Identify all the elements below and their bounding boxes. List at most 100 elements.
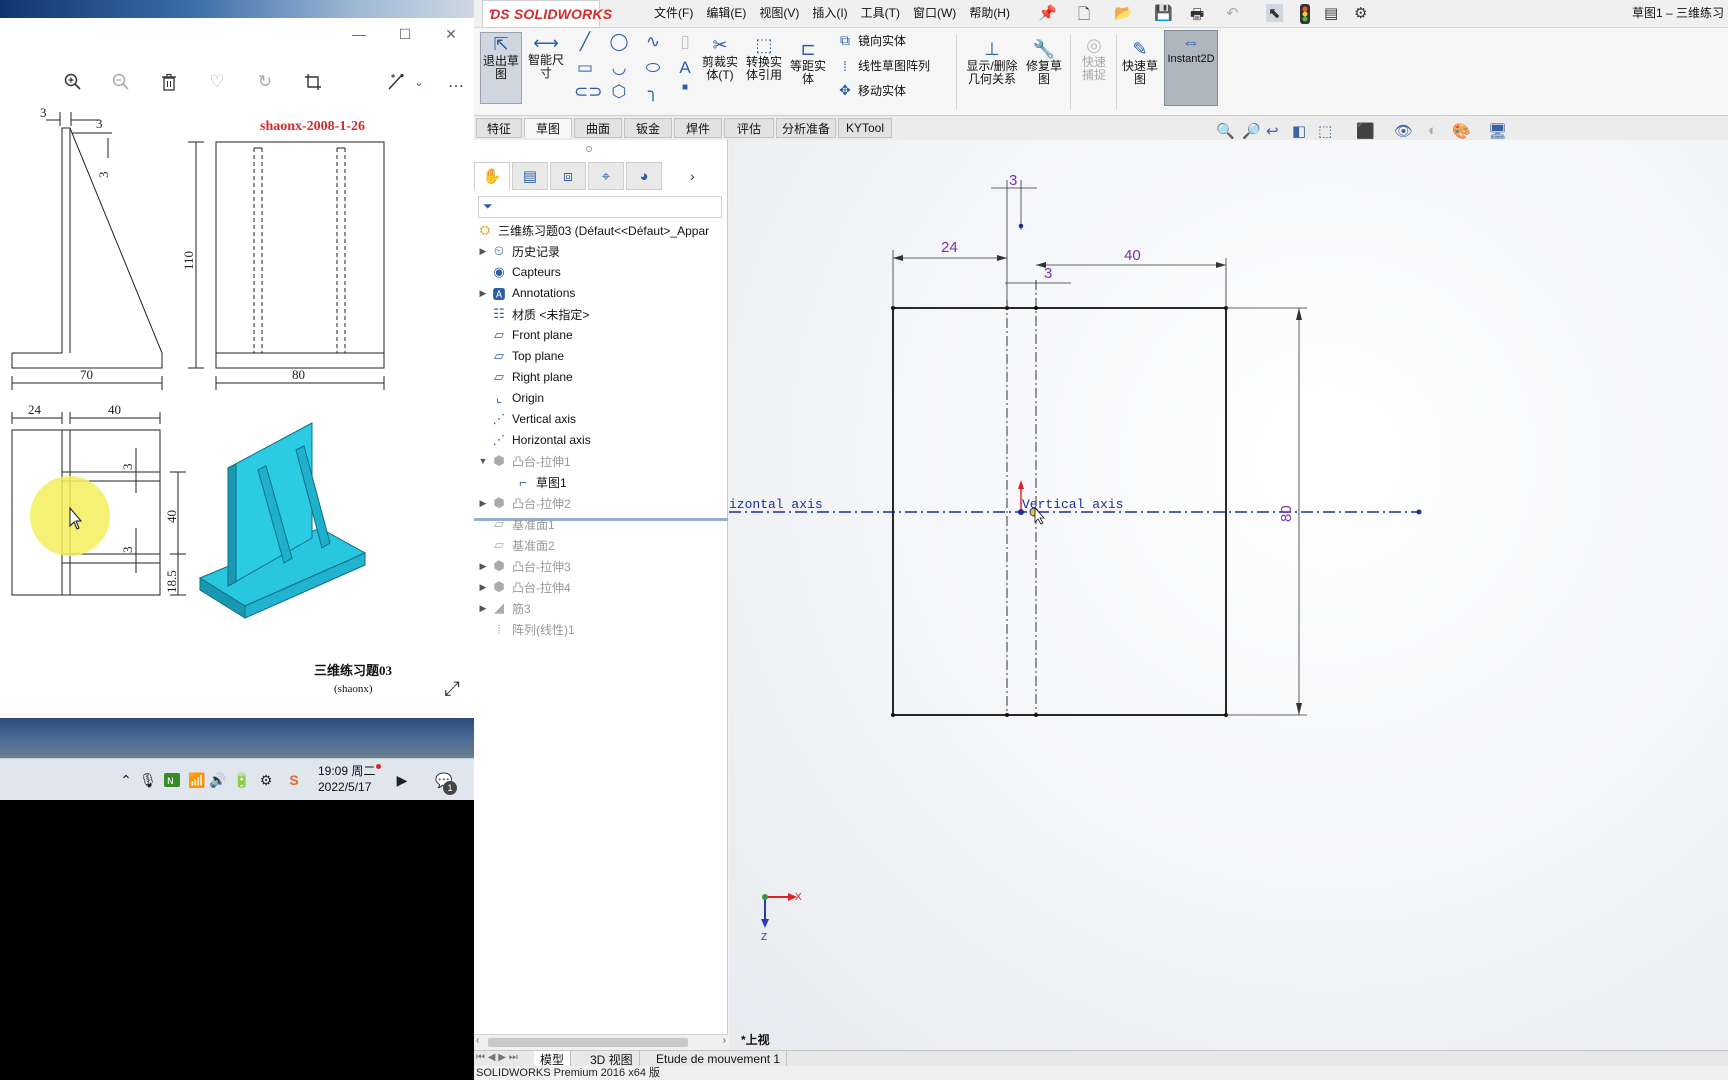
tree-item-top-plane[interactable]: ▱ Top plane — [476, 346, 564, 366]
select-cursor-icon[interactable]: ⬉ — [1266, 4, 1283, 22]
tree-item-boss-extrude4[interactable]: ▶ ⬢ 凸台-拉伸4 — [476, 577, 571, 597]
menu-tools[interactable]: 工具(T) — [861, 4, 900, 21]
tab-3d-views[interactable]: 3D 视图 — [584, 1051, 640, 1067]
tree-item-right-plane[interactable]: ▱ Right plane — [476, 367, 573, 387]
tree-item-boss-extrude2[interactable]: ▶ ⬢ 凸台-拉伸2 — [476, 493, 571, 513]
more-icon[interactable]: … — [444, 70, 468, 94]
exit-sketch-button[interactable]: ⇱ 退出草图 — [480, 32, 522, 104]
convert-entities-button[interactable]: ⬚ 转换实体引用 — [744, 34, 784, 94]
sogou-input-icon[interactable]: S — [284, 770, 304, 790]
tab-surfaces[interactable]: 曲面 — [574, 118, 622, 138]
solidworks-logo[interactable]: ƊS SOLIDWORKS — [482, 0, 612, 28]
tree-item-linear-pattern1[interactable]: ⁞ 阵列(线性)1 — [476, 619, 574, 639]
rapid-sketch-button[interactable]: ✎ 快速草图 — [1120, 38, 1160, 98]
tree-item-history[interactable]: ▶ ⏲ 历史记录 — [476, 241, 560, 261]
instant2d-button[interactable]: ⇔ Instant2D — [1164, 30, 1218, 106]
tree-item-sketch1[interactable]: ⌐ 草图1 — [500, 472, 566, 492]
display-relations-button[interactable]: ⊥ 显示/删除几何关系 — [964, 38, 1020, 98]
line-icon[interactable]: ╱ — [574, 32, 596, 52]
point-icon[interactable]: ■ — [674, 82, 696, 93]
scene-icon[interactable]: 🎨 — [1452, 122, 1471, 140]
traffic-light-icon[interactable] — [1300, 4, 1310, 28]
ellipse-icon[interactable]: ⬭ — [642, 58, 664, 78]
scroll-right-icon[interactable]: › — [723, 1035, 726, 1046]
undo-icon[interactable]: ↶ — [1226, 4, 1239, 22]
smart-dimension-button[interactable]: ⟷ 智能尺寸 — [526, 32, 566, 104]
section-view-icon[interactable]: ◧ — [1292, 122, 1306, 140]
feature-tree-tab-icon[interactable]: ✋ — [474, 162, 510, 190]
dimension-24[interactable]: 24 — [941, 239, 958, 256]
tree-item-plane1[interactable]: ▱ 基准面1 — [476, 514, 555, 534]
spline-icon[interactable]: ∿ — [642, 32, 664, 52]
dimension-3-top[interactable]: 3 — [1009, 172, 1017, 189]
circle-icon[interactable]: ◯ — [608, 32, 630, 52]
tab-kytool[interactable]: KYTool — [838, 118, 892, 138]
text-icon[interactable]: A — [674, 58, 696, 78]
tray-chevron-up-icon[interactable]: ⌃ — [116, 770, 136, 790]
property-manager-tab-icon[interactable]: ▤ — [512, 162, 548, 190]
save-icon[interactable]: 💾 — [1154, 4, 1173, 22]
tree-item-sensors[interactable]: ◉ Capteurs — [476, 262, 560, 282]
tab-model[interactable]: 模型 — [534, 1051, 572, 1067]
panel-grip[interactable] — [586, 146, 592, 152]
zoom-area-icon[interactable]: 🔎 — [1242, 122, 1261, 140]
rectangle-icon[interactable]: ▭ — [574, 58, 596, 78]
crop-icon[interactable] — [301, 70, 325, 94]
tree-item-annotations[interactable]: ▶ 🅰 Annotations — [476, 283, 576, 303]
menu-view[interactable]: 视图(V) — [759, 4, 799, 21]
tree-item-plane2[interactable]: ▱ 基准面2 — [476, 535, 555, 555]
delete-icon[interactable] — [157, 70, 181, 94]
expand-icon[interactable]: ⤢ — [444, 678, 460, 701]
dimension-80[interactable]: 80 — [1278, 505, 1295, 522]
options-gear-icon[interactable]: ⚙ — [1354, 4, 1367, 22]
menu-help[interactable]: 帮助(H) — [969, 4, 1010, 21]
polygon-icon[interactable]: ⬡ — [608, 82, 630, 102]
tab-nav-arrows-icon[interactable]: ⏮ ◀ ▶ ⏭ — [476, 1052, 518, 1063]
linear-pattern-button[interactable]: ⁞ 线性草图阵列 — [836, 57, 930, 74]
dimension-3-mid[interactable]: 3 — [1044, 265, 1052, 282]
network-icon[interactable]: ⚙ — [256, 770, 276, 790]
wifi-icon[interactable]: 📶 — [187, 770, 207, 790]
repair-sketch-button[interactable]: 🔧 修复草图 — [1024, 38, 1064, 98]
tree-item-origin[interactable]: ⌞ Origin — [476, 388, 544, 408]
fillet-icon[interactable]: ╮ — [642, 82, 664, 102]
tab-analysis-prep[interactable]: 分析准备 — [776, 118, 836, 138]
tree-item-boss-extrude1[interactable]: ▼ ⬢ 凸台-拉伸1 — [476, 451, 571, 471]
chevron-down-icon[interactable]: ⌄ — [407, 70, 431, 94]
pin-icon[interactable]: 📌 — [1038, 4, 1057, 22]
view-orientation-icon[interactable]: ⬚ — [1318, 122, 1332, 140]
rotate-icon[interactable]: ↻ — [253, 70, 277, 94]
arc-icon[interactable]: ◡ — [608, 58, 630, 78]
quick-snaps-button[interactable]: ◎ 快速捕捉 — [1074, 34, 1114, 94]
tree-horizontal-scrollbar[interactable]: ‹ › — [474, 1034, 728, 1050]
configuration-manager-tab-icon[interactable]: ⧈ — [550, 162, 586, 190]
tree-item-front-plane[interactable]: ▱ Front plane — [476, 325, 573, 345]
display-style-icon[interactable]: ⬛ — [1356, 122, 1375, 140]
tree-item-boss-extrude3[interactable]: ▶ ⬢ 凸台-拉伸3 — [476, 556, 571, 576]
tree-item-rib3[interactable]: ▶ ◢ 筋3 — [476, 598, 531, 618]
mirror-entities-button[interactable]: ⧉ 镜向实体 — [836, 32, 906, 49]
tree-root-part[interactable]: ⛭ 三维练习题03 (Défaut<<Défaut>_Appar — [476, 220, 709, 240]
microphone-icon[interactable]: 🎙 — [138, 770, 158, 790]
sketch-canvas[interactable]: 3 24 40 3 80 izontal axis Vertical axis … — [729, 140, 1728, 1050]
tree-item-horizontal-axis[interactable]: ⋰ Horizontal axis — [476, 430, 591, 450]
trim-entities-button[interactable]: ✂ 剪裁实体(T) — [700, 34, 740, 94]
scroll-thumb[interactable] — [488, 1038, 688, 1047]
nvidia-icon[interactable]: N — [162, 770, 182, 790]
plane-icon[interactable]: ▯ — [674, 32, 696, 52]
menu-insert[interactable]: 插入(I) — [812, 4, 847, 21]
dimxpert-tab-icon[interactable]: ⌖ — [588, 162, 624, 190]
chevron-right-icon[interactable]: › — [690, 162, 695, 192]
zoom-to-fit-icon[interactable]: 🔍 — [1216, 122, 1235, 140]
tree-item-material[interactable]: ☷ 材质 <未指定> — [476, 304, 589, 324]
menu-edit[interactable]: 编辑(E) — [706, 4, 746, 21]
minimize-button[interactable]: — — [336, 18, 382, 50]
slot-icon[interactable]: ⊂⊃ — [574, 82, 603, 102]
volume-icon[interactable]: 🔊 — [208, 770, 228, 790]
file-properties-icon[interactable]: ▤ — [1324, 4, 1338, 22]
battery-icon[interactable]: 🔋 — [232, 770, 252, 790]
scroll-left-icon[interactable]: ‹ — [476, 1035, 479, 1046]
tab-sketch[interactable]: 草图 — [524, 118, 572, 138]
move-entities-button[interactable]: ✥ 移动实体 — [836, 82, 906, 99]
tree-item-vertical-axis[interactable]: ⋰ Vertical axis — [476, 409, 577, 429]
